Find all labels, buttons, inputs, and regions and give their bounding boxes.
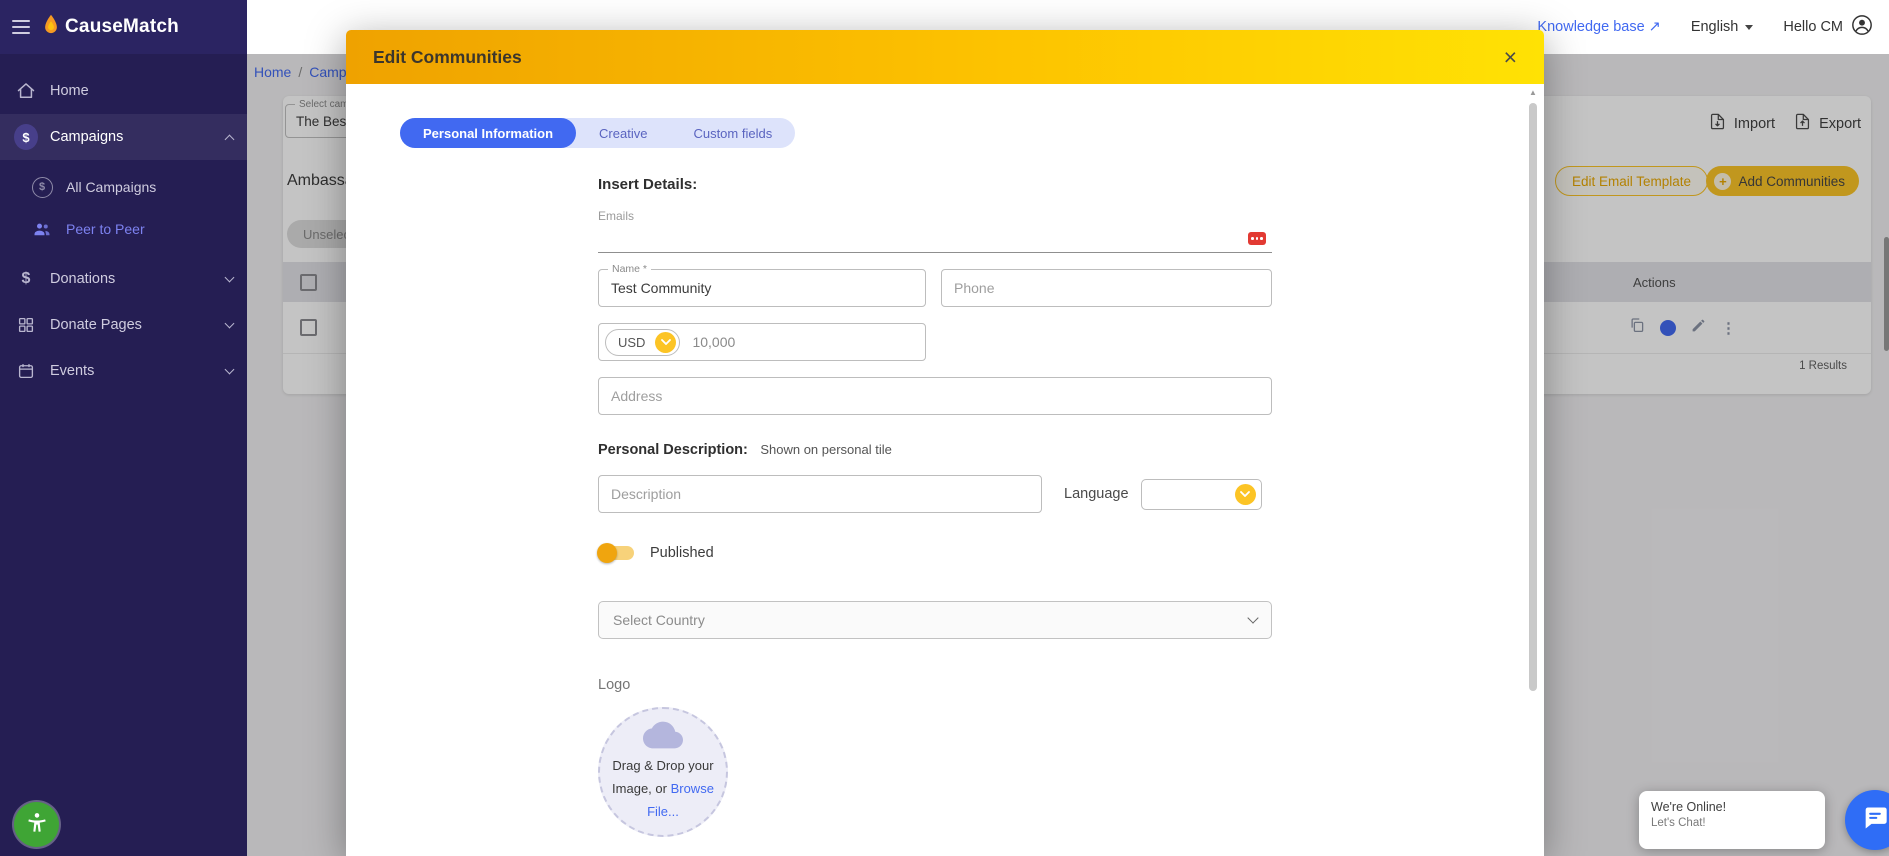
address-field (598, 377, 1272, 415)
sidebar: CauseMatch Home $ Campaigns $ All Campai… (0, 0, 247, 856)
brand[interactable]: CauseMatch (42, 14, 179, 41)
logo-label: Logo (598, 677, 631, 693)
description-input[interactable] (611, 486, 1029, 502)
language-label: Language (1064, 486, 1129, 502)
accessibility-icon (24, 810, 50, 839)
chevron-down-icon (224, 364, 235, 375)
personal-description-hint: Shown on personal tile (760, 442, 892, 457)
published-toggle[interactable] (597, 543, 634, 563)
user-area: Hello CM (1783, 14, 1873, 40)
sidebar-item-label: Home (50, 83, 89, 99)
calendar-icon (14, 362, 38, 380)
edit-communities-modal: Edit Communities × Personal Information … (346, 30, 1544, 856)
sidebar-item-donate-pages[interactable]: Donate Pages (0, 302, 247, 348)
sidebar-item-all-campaigns[interactable]: $ All Campaigns (0, 166, 247, 208)
chevron-up-icon (224, 134, 235, 144)
knowledge-base-label: Knowledge base (1537, 19, 1645, 35)
grid-icon (14, 316, 38, 334)
emails-label: Emails (598, 209, 635, 223)
chat-prompt: Let's Chat! (1651, 817, 1706, 829)
personal-description-section: Personal Description: Shown on personal … (598, 441, 1272, 459)
sidebar-item-label: Donate Pages (50, 317, 142, 333)
caret-down-icon (1745, 24, 1754, 30)
people-icon (30, 219, 54, 239)
language-group: Language (1064, 475, 1262, 513)
sidebar-item-label: Events (50, 363, 95, 379)
causematch-logo-icon (42, 14, 60, 41)
home-icon (14, 81, 38, 101)
accessibility-button[interactable] (14, 802, 59, 847)
tab-custom-fields[interactable]: Custom fields (670, 118, 795, 148)
country-select-value: Select Country (613, 612, 705, 628)
goal-amount-value[interactable]: 10,000 (692, 334, 735, 350)
modal-header: Edit Communities × (346, 30, 1544, 84)
modal-scrollbar[interactable]: ▲ (1528, 88, 1538, 852)
scroll-up-icon[interactable]: ▲ (1528, 88, 1538, 97)
currency-value: USD (618, 334, 646, 350)
emails-input[interactable] (598, 223, 1272, 253)
country-select[interactable]: Select Country (598, 601, 1272, 639)
chat-status: We're Online! (1651, 800, 1727, 814)
sidebar-nav: Home $ Campaigns $ All Campaigns Peer to… (0, 54, 247, 394)
published-row: Published (597, 543, 1272, 563)
published-label: Published (650, 545, 714, 561)
currency-select[interactable]: USD (605, 328, 681, 356)
tab-personal-information[interactable]: Personal Information (400, 118, 577, 148)
menu-icon[interactable] (10, 18, 32, 36)
modal-form: Insert Details: Emails Name * USD (597, 176, 1272, 837)
language-select[interactable] (1140, 478, 1262, 510)
campaigns-submenu: $ All Campaigns Peer to Peer (0, 160, 247, 256)
sidebar-item-home[interactable]: Home (0, 68, 247, 114)
sidebar-item-label: All Campaigns (66, 179, 157, 195)
description-field (598, 475, 1042, 513)
modal-scrollbar-thumb[interactable] (1529, 103, 1537, 691)
chevron-down-icon (1247, 612, 1259, 624)
personal-description-heading: Personal Description: (598, 442, 748, 458)
sidebar-item-events[interactable]: Events (0, 348, 247, 394)
dropzone-text: Drag & Drop your Image, or Browse File..… (612, 758, 714, 819)
goal-amount-field: USD 10,000 (598, 323, 926, 361)
phone-input[interactable] (954, 280, 1259, 296)
chevron-down-icon (224, 318, 235, 329)
chat-bubble-icon (1861, 804, 1889, 837)
chevron-down-icon (655, 331, 677, 353)
all-campaigns-icon: $ (30, 176, 54, 198)
logo-dropzone[interactable]: Drag & Drop your Image, or Browse File..… (598, 707, 728, 837)
chevron-down-icon (224, 272, 235, 283)
knowledge-base-link[interactable]: Knowledge base ↗ (1537, 19, 1660, 35)
brand-name: CauseMatch (65, 16, 179, 37)
sidebar-item-label: Campaigns (50, 129, 124, 145)
name-input[interactable] (611, 280, 913, 296)
external-link-icon: ↗ (1648, 19, 1661, 35)
modal-title: Edit Communities (373, 46, 522, 67)
insert-details-heading: Insert Details: (598, 176, 698, 193)
account-icon[interactable] (1851, 14, 1873, 40)
chat-widget[interactable]: We're Online! Let's Chat! (1639, 791, 1825, 849)
language-value: English (1690, 19, 1739, 35)
modal-tabs: Personal Information Creative Custom fie… (400, 118, 796, 148)
language-selector[interactable]: English (1691, 19, 1754, 35)
sidebar-item-label: Donations (50, 271, 116, 287)
name-field: Name * (598, 263, 926, 307)
sidebar-item-label: Peer to Peer (66, 221, 145, 237)
sidebar-item-campaigns[interactable]: $ Campaigns (0, 114, 247, 160)
sidebar-header: CauseMatch (0, 0, 247, 54)
user-greeting: Hello CM (1783, 19, 1843, 35)
tab-creative[interactable]: Creative (576, 118, 670, 148)
sidebar-item-peer-to-peer[interactable]: Peer to Peer (0, 208, 247, 250)
campaigns-icon: $ (14, 124, 38, 150)
emails-options-icon[interactable] (1248, 232, 1266, 245)
sidebar-item-donations[interactable]: $ Donations (0, 256, 247, 302)
address-input[interactable] (611, 388, 1259, 404)
close-icon[interactable]: × (1504, 45, 1517, 69)
toggle-knob (597, 543, 617, 563)
name-label: Name * (608, 263, 652, 275)
cloud-upload-icon (643, 721, 683, 754)
chevron-down-icon (1234, 483, 1256, 505)
phone-field (941, 269, 1272, 307)
dollar-icon: $ (21, 270, 31, 287)
